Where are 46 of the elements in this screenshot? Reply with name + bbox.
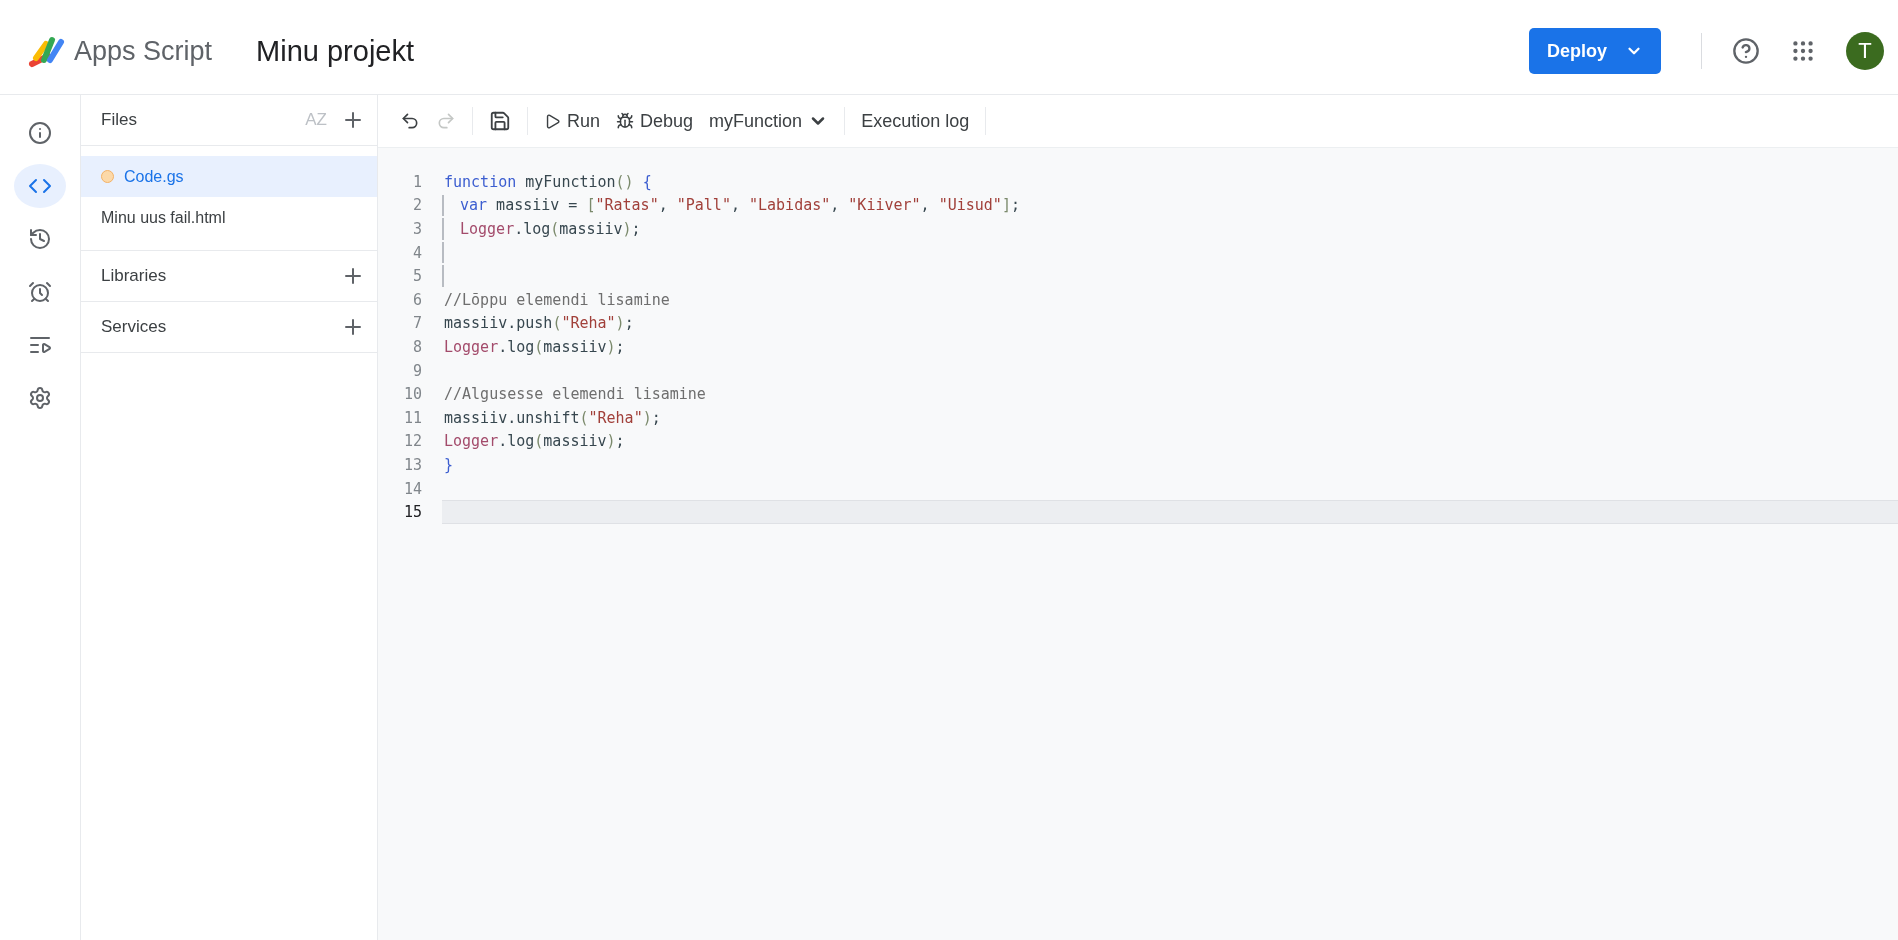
line-number: 9 (411, 361, 422, 380)
apps-grid-icon[interactable] (1790, 38, 1816, 64)
apps-script-logo (28, 34, 66, 68)
file-item[interactable]: Minu uus fail.html (81, 197, 377, 238)
debug-button[interactable]: Debug (608, 106, 702, 136)
execution-log-button[interactable]: Execution log (853, 106, 978, 136)
code-line: //Lõppu elemendi lisamine (444, 290, 670, 309)
file-name: Code.gs (124, 167, 184, 186)
line-number: 7 (411, 314, 422, 333)
files-title: Files (101, 110, 138, 130)
line-number: 15 (402, 503, 422, 522)
code-line: var massiiv = ["Ratas", "Pall", "Labidas", "Kiiver", "Uisud"]; (460, 196, 1020, 215)
product-name: Apps Script (74, 35, 213, 67)
code-line: massiiv.unshift("Reha"); (444, 408, 661, 427)
help-icon[interactable] (1732, 37, 1760, 65)
user-avatar[interactable]: T (1846, 32, 1884, 70)
line-number: 14 (402, 479, 422, 498)
line-number: 3 (411, 220, 422, 238)
line-number: 12 (402, 432, 422, 451)
function-dropdown[interactable]: myFunction (701, 106, 837, 136)
code-line: Logger.log(massiiv); (460, 220, 641, 238)
code-line: //Algusesse elemendi lisamine (444, 385, 706, 404)
code-line: Logger.log(massiiv); (444, 337, 625, 356)
code-icon[interactable] (14, 164, 66, 208)
line-number: 1 (411, 172, 422, 191)
section-title: Libraries (101, 266, 168, 286)
line-number: 8 (411, 337, 422, 356)
file-name: Minu uus fail.html (101, 208, 226, 227)
code-line: function myFunction() { (444, 172, 652, 191)
section-title: Services (101, 317, 168, 337)
code-line: massiiv.push("Reha"); (444, 314, 634, 333)
line-number: 4 (411, 243, 422, 262)
line-number: 5 (411, 267, 422, 286)
line-number: 10 (402, 385, 422, 404)
bug-icon (616, 112, 635, 130)
line-number: 2 (411, 196, 422, 215)
line-number: 11 (402, 408, 422, 427)
play-icon (544, 112, 561, 130)
deploy-button[interactable]: Deploy (1529, 28, 1661, 74)
project-title[interactable]: Minu projekt (256, 34, 415, 68)
code-line: } (444, 455, 454, 474)
code-line: Logger.log(massiiv); (444, 432, 625, 451)
run-button[interactable]: Run (536, 106, 609, 136)
line-number: 6 (411, 290, 422, 309)
file-item[interactable]: Code.gs (81, 156, 377, 197)
line-number: 13 (402, 455, 422, 474)
